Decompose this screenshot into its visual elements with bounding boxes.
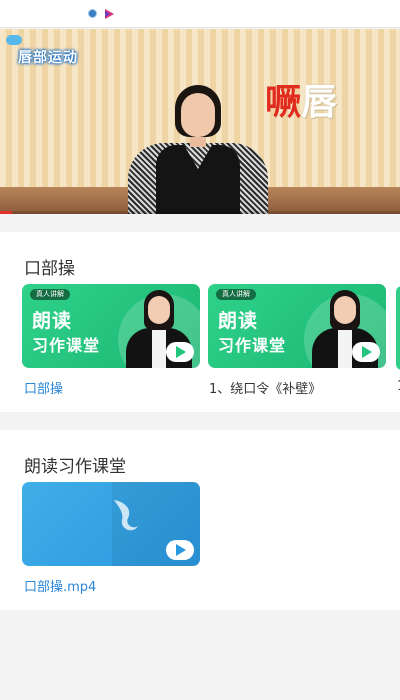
card-title-line1: 朗读	[32, 310, 73, 332]
swirl-logo-icon	[114, 500, 138, 531]
section-title: 朗读习作课堂	[24, 457, 126, 477]
section-reading-class: 朗读习作课堂 口部操.mp4	[0, 430, 400, 610]
section-title: 口部操	[24, 259, 75, 279]
video-headline-part2: 唇	[301, 82, 338, 123]
card-title-line2: 习作课堂	[218, 336, 287, 355]
course-card-partial[interactable]	[396, 286, 400, 370]
video-progress-bar[interactable]	[0, 211, 400, 214]
video-app-notification-icon	[105, 9, 114, 19]
play-icon	[352, 342, 380, 362]
card-label[interactable]: 口部操	[24, 378, 63, 397]
play-icon	[166, 342, 194, 362]
section-mouth-exercises: 口部操 真人讲解 朗读 习作课堂 口部操 真人讲解 朗读 习作课堂 1、绕口令《…	[0, 232, 400, 412]
play-icon	[166, 540, 194, 560]
video-file-card[interactable]	[22, 482, 200, 566]
presenter-figure	[128, 85, 268, 214]
channel-logo-icon	[6, 35, 22, 45]
course-card[interactable]: 真人讲解 朗读 习作课堂	[22, 284, 200, 368]
video-headline: 噘唇	[265, 73, 337, 125]
bottom-blank-area	[0, 610, 400, 700]
status-bar	[0, 0, 400, 28]
card-title-line1: 朗读	[218, 310, 259, 332]
card-label[interactable]: 1、绕口令《补壁》	[209, 378, 321, 397]
video-caption: 唇部运动	[18, 50, 78, 66]
card-title-line2: 习作课堂	[32, 336, 101, 355]
video-player[interactable]: 唇部运动 噘唇	[0, 29, 400, 214]
course-card[interactable]: 真人讲解 朗读 习作课堂	[208, 284, 386, 368]
video-file-label[interactable]: 口部操.mp4	[24, 576, 96, 595]
app-notification-icon	[88, 9, 97, 18]
card-tag: 真人讲解	[216, 289, 256, 300]
video-progress-fill	[0, 211, 12, 214]
video-headline-part1: 噘	[265, 82, 302, 123]
card-tag: 真人讲解	[30, 289, 70, 300]
